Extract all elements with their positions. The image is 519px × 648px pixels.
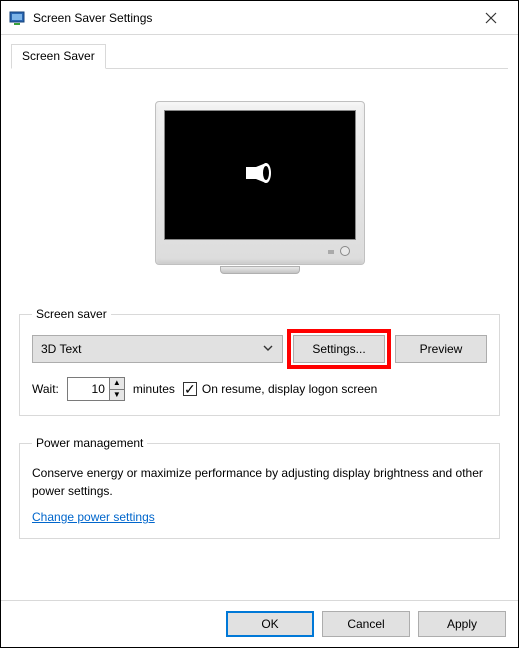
preview-button[interactable]: Preview xyxy=(395,335,487,363)
monitor-knob xyxy=(340,246,350,256)
title-bar: Screen Saver Settings xyxy=(1,1,518,35)
wait-unit: minutes xyxy=(133,382,175,396)
cancel-button[interactable]: Cancel xyxy=(322,611,410,637)
spinner-down-icon[interactable]: ▼ xyxy=(109,390,125,402)
ok-button[interactable]: OK xyxy=(226,611,314,637)
app-icon xyxy=(9,10,25,26)
change-power-settings-link[interactable]: Change power settings xyxy=(32,510,155,524)
monitor-indicator xyxy=(328,250,334,254)
on-resume-checkbox[interactable]: ✓ On resume, display logon screen xyxy=(183,382,377,396)
preview-area xyxy=(19,79,500,287)
dropdown-value: 3D Text xyxy=(41,342,81,356)
screensaver-dropdown[interactable]: 3D Text xyxy=(32,335,283,363)
checkbox-box: ✓ xyxy=(183,382,197,396)
apply-button[interactable]: Apply xyxy=(418,611,506,637)
power-legend: Power management xyxy=(32,436,147,450)
preview-glyph xyxy=(246,163,274,188)
monitor-screen xyxy=(164,110,356,240)
close-button[interactable] xyxy=(468,3,514,33)
chevron-down-icon xyxy=(262,342,274,357)
power-text: Conserve energy or maximize performance … xyxy=(32,464,487,500)
dialog-footer: OK Cancel Apply xyxy=(1,600,518,647)
monitor-icon xyxy=(155,101,365,265)
spinner-up-icon[interactable]: ▲ xyxy=(109,377,125,390)
settings-button[interactable]: Settings... xyxy=(293,335,385,363)
wait-spinner[interactable]: ▲ ▼ xyxy=(67,377,125,401)
monitor-base xyxy=(220,266,300,274)
window-title: Screen Saver Settings xyxy=(33,11,468,25)
tab-strip: Screen Saver xyxy=(11,43,508,69)
tab-screen-saver[interactable]: Screen Saver xyxy=(11,44,106,69)
power-management-group: Power management Conserve energy or maxi… xyxy=(19,436,500,539)
wait-input[interactable] xyxy=(67,377,109,401)
checkbox-label: On resume, display logon screen xyxy=(202,382,377,396)
tab-content: Screen saver 3D Text Settings... Preview… xyxy=(1,69,518,539)
wait-label: Wait: xyxy=(32,382,59,396)
screensaver-legend: Screen saver xyxy=(32,307,111,321)
screensaver-group: Screen saver 3D Text Settings... Preview… xyxy=(19,307,500,416)
